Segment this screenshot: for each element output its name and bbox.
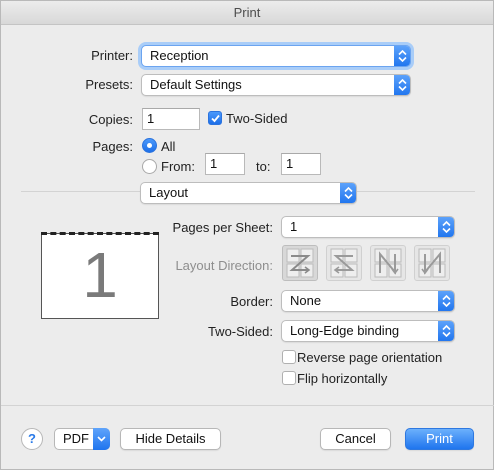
- copies-field[interactable]: 1: [142, 108, 200, 130]
- preview-dashed-edge: [41, 232, 159, 235]
- pages-to-field[interactable]: 1: [281, 153, 321, 175]
- footer-divider: [1, 405, 494, 406]
- popup-arrows-icon: [438, 291, 454, 311]
- popup-arrows-icon: [394, 46, 410, 66]
- pages-from-field[interactable]: 1: [205, 153, 245, 175]
- pages-all-radio[interactable]: [142, 138, 157, 153]
- section-popup[interactable]: Layout: [140, 182, 357, 204]
- two-sided-popup[interactable]: Long-Edge binding: [281, 320, 455, 342]
- pages-per-sheet-label: Pages per Sheet:: [172, 220, 273, 235]
- print-dialog: Print Printer: Reception Presets: Defaul…: [0, 0, 494, 470]
- flip-horizontally-label: Flip horizontally: [297, 371, 388, 386]
- layout-two-sided-label: Two-Sided:: [207, 324, 273, 339]
- pages-from-radio[interactable]: [142, 159, 157, 174]
- pdf-label: PDF: [63, 431, 89, 446]
- two-sided-checkbox[interactable]: [208, 111, 222, 125]
- window-title: Print: [1, 1, 493, 25]
- z-left-icon[interactable]: [326, 245, 362, 281]
- presets-value: Default Settings: [150, 77, 242, 92]
- preview-page-number: 1: [82, 239, 118, 311]
- reverse-orientation-label: Reverse page orientation: [297, 350, 443, 365]
- layout-direction-label: Layout Direction:: [175, 258, 273, 273]
- pages-to-label: to:: [256, 159, 271, 174]
- popup-arrows-icon: [438, 217, 454, 237]
- border-label: Border:: [230, 294, 273, 309]
- pages-per-sheet-value: 1: [290, 219, 298, 234]
- popup-arrows-icon: [438, 321, 454, 341]
- section-popup-value: Layout: [149, 185, 189, 200]
- printer-popup[interactable]: Reception: [141, 45, 411, 67]
- popup-arrows-icon: [394, 75, 410, 95]
- flip-horizontally-checkbox[interactable]: [282, 371, 296, 385]
- reverse-orientation-checkbox[interactable]: [282, 350, 296, 364]
- presets-label: Presets:: [85, 77, 133, 92]
- cancel-button[interactable]: Cancel: [320, 428, 391, 450]
- z-right-icon[interactable]: [282, 245, 318, 281]
- printer-label: Printer:: [91, 48, 133, 63]
- pages-per-sheet-popup[interactable]: 1: [281, 216, 455, 238]
- popup-arrows-icon: [340, 183, 356, 203]
- pages-from-label: From:: [161, 159, 195, 174]
- print-button[interactable]: Print: [405, 428, 474, 450]
- copies-label: Copies:: [88, 112, 133, 127]
- two-sided-label: Two-Sided: [226, 111, 288, 126]
- pages-all-label: All: [161, 139, 176, 154]
- pages-label: Pages:: [92, 139, 133, 154]
- pdf-button[interactable]: PDF: [54, 428, 110, 450]
- help-button[interactable]: ?: [21, 428, 43, 450]
- presets-popup[interactable]: Default Settings: [141, 74, 411, 96]
- border-value: None: [290, 293, 322, 308]
- two-sided-value: Long-Edge binding: [290, 323, 400, 338]
- printer-value: Reception: [150, 48, 209, 63]
- hide-details-button[interactable]: Hide Details: [120, 428, 221, 450]
- chevron-down-icon[interactable]: [93, 428, 110, 450]
- page-preview: 1: [41, 232, 159, 319]
- n-down-reverse-icon[interactable]: [414, 245, 450, 281]
- border-popup[interactable]: None: [281, 290, 455, 312]
- n-down-icon[interactable]: [370, 245, 406, 281]
